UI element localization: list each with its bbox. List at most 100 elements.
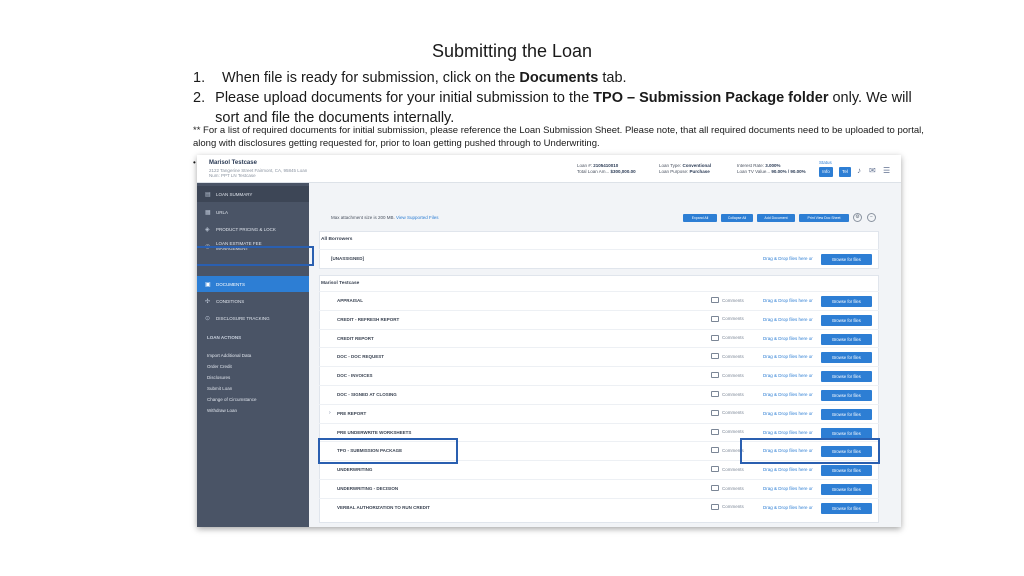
browse-files-button[interactable]: Browse for files <box>821 314 872 326</box>
browse-files-button[interactable]: Browse for files <box>821 427 872 439</box>
field-value: $300,000.00 <box>610 169 636 174</box>
comment-icon <box>711 428 719 435</box>
documents-tab-highlight <box>197 246 314 266</box>
sidebar: ▤ LOAN SUMMARY ▦ URLA ◈ PRODUCT PRICING & L… <box>197 183 309 527</box>
mail-icon[interactable]: ✉ <box>869 166 876 175</box>
browse-button-highlight <box>740 438 880 464</box>
comments-link[interactable]: Comments <box>711 409 744 416</box>
settings-icon[interactable]: ⚙ <box>853 213 862 222</box>
sidebar-item-loan-summary[interactable]: ▤ LOAN SUMMARY <box>197 186 309 202</box>
browse-files-button[interactable]: Browse for files <box>821 484 872 495</box>
print-view-button[interactable]: Print View Doc Sheet <box>799 214 849 222</box>
comments-label: Comments <box>722 485 744 491</box>
sidebar-item-label: DOCUMENTS <box>216 281 245 287</box>
comment-icon <box>711 485 719 491</box>
comments-link[interactable]: Comments <box>711 372 744 379</box>
supported-files-link[interactable]: View Supported Files <box>396 215 438 220</box>
comments-link[interactable]: Comments <box>711 447 744 454</box>
app-screenshot: Marisol Testcase 2122 Tangerine Street F… <box>197 155 901 527</box>
drop-zone[interactable]: Drag & Drop files here or <box>763 298 813 303</box>
sidebar-item-label: LOAN SUMMARY <box>216 191 253 197</box>
loan-header: Marisol Testcase 2122 Tangerine Street F… <box>197 155 901 183</box>
drop-zone[interactable]: Drag & Drop files here or <box>763 256 813 261</box>
comment-icon <box>711 391 719 397</box>
comments-link[interactable]: Comments <box>711 391 744 397</box>
row-label: DOC - INVOICES <box>337 373 373 379</box>
bell-icon[interactable]: ♪ <box>857 166 861 175</box>
drop-zone[interactable]: Drag & Drop files here or <box>763 430 813 435</box>
browse-files-button[interactable]: Browse for files <box>821 502 872 514</box>
comments-link[interactable]: Comments <box>711 485 744 491</box>
drop-zone[interactable]: Drag & Drop files here or <box>763 336 813 341</box>
header-field: Loan #: 2105410010 Total Loan Am... $300,… <box>577 163 636 175</box>
field-value: Purchase <box>689 169 710 174</box>
drop-zone[interactable]: Drag & Drop files here or <box>763 373 813 378</box>
row-label: DOC - DOC REQUEST <box>337 354 385 360</box>
comments-link[interactable]: Comments <box>711 503 744 510</box>
tel-button[interactable]: Tel <box>839 167 851 177</box>
comments-label: Comments <box>722 316 744 322</box>
info-button[interactable]: Info <box>819 167 833 177</box>
action-submit-loan[interactable]: Submit Loan <box>207 386 232 391</box>
browse-files-button[interactable]: Browse for files <box>821 371 872 383</box>
drop-zone[interactable]: Drag & Drop files here or <box>763 505 813 510</box>
max-size-text: Max attachment size is 200 MB. View Supp… <box>331 215 439 220</box>
table-row: DOC - DOC REQUEST Comments Drag & Drop fil… <box>319 347 879 366</box>
sidebar-item-documents[interactable]: ▣ DOCUMENTS <box>197 276 309 292</box>
all-borrowers-heading: All Borrowers <box>321 237 353 242</box>
expand-all-button[interactable]: Expand All <box>683 214 717 222</box>
drop-zone[interactable]: Drag & Drop files here or <box>763 411 813 416</box>
documents-panel: Max attachment size is 200 MB. View Supp… <box>309 183 901 527</box>
browse-files-button[interactable]: Browse for files <box>821 333 872 345</box>
browse-files-button[interactable]: Browse for files <box>821 254 872 265</box>
minimize-icon[interactable]: − <box>867 213 876 222</box>
sidebar-item-urla[interactable]: ▦ URLA <box>197 204 309 220</box>
form-icon: ▦ <box>205 209 211 216</box>
menu-icon[interactable]: ☰ <box>883 166 890 175</box>
drop-zone[interactable]: Drag & Drop files here or <box>763 317 813 322</box>
chevron-right-icon[interactable]: › <box>329 410 331 416</box>
comments-link[interactable]: Comments <box>711 353 744 360</box>
table-row: [UNASSIGNED] Drag & Drop files here or B… <box>319 249 879 268</box>
slide-title: Submitting the Loan <box>431 41 593 61</box>
browse-files-button[interactable]: Browse for files <box>821 465 872 477</box>
bullet: • <box>193 158 196 167</box>
action-import-data[interactable]: Import Additional Data <box>207 353 251 358</box>
action-withdraw-loan[interactable]: Withdraw Loan <box>207 408 237 413</box>
step-text-pre: When file is ready for submission, click… <box>222 70 520 86</box>
field-label: Loan TV Value... <box>737 169 771 174</box>
field-value: 3.000% <box>765 163 781 168</box>
borrower-address: 2122 Tangerine Street Fairmont, CA, 9584… <box>209 168 308 178</box>
row-label: UNDERWRITING <box>337 467 373 473</box>
drop-zone[interactable]: Drag & Drop files here or <box>763 486 813 491</box>
footnote: ** For a list of required documents for … <box>193 125 924 149</box>
table-row: CREDIT - REFRESH REPORT Comments Drag & Dr… <box>319 309 879 329</box>
comments-link[interactable]: Comments <box>711 315 744 322</box>
sidebar-item-label: URLA <box>216 209 229 215</box>
sidebar-item-disclosure-tracking[interactable]: ⊙ DISCLOSURE TRACKING <box>197 310 309 326</box>
browse-files-button[interactable]: Browse for files <box>821 296 872 307</box>
browse-files-button[interactable]: Browse for files <box>821 352 872 364</box>
browse-files-button[interactable]: Browse for files <box>821 408 872 420</box>
comments-link[interactable]: Comments <box>711 334 744 341</box>
comments-link[interactable]: Comments <box>711 297 744 303</box>
comments-label: Comments <box>722 372 744 378</box>
browse-files-button[interactable]: Browse for files <box>821 390 872 401</box>
comments-label: Comments <box>722 335 744 341</box>
comments-link[interactable]: Comments <box>711 428 744 435</box>
add-document-button[interactable]: Add Document <box>757 214 795 222</box>
drop-zone[interactable]: Drag & Drop files here or <box>763 467 813 472</box>
max-size-label: Max attachment size is 200 MB. <box>331 215 395 220</box>
action-disclosures[interactable]: Disclosures <box>207 375 230 380</box>
collapse-all-button[interactable]: Collapse All <box>721 214 753 222</box>
documents-toolbar: Max attachment size is 200 MB. View Supp… <box>319 211 879 225</box>
drop-zone[interactable]: Drag & Drop files here or <box>763 392 813 397</box>
sidebar-item-conditions[interactable]: ✣ CONDITIONS <box>197 293 309 309</box>
field-value: Conventional <box>682 163 711 168</box>
step-2: 2. Please upload documents for your init… <box>193 88 933 128</box>
drop-zone[interactable]: Drag & Drop files here or <box>763 354 813 359</box>
action-change-circumstance[interactable]: Change of Circumstance <box>207 397 257 402</box>
sidebar-item-product-pricing[interactable]: ◈ PRODUCT PRICING & LOCK <box>197 221 309 237</box>
action-order-credit[interactable]: Order Credit <box>207 364 232 369</box>
comments-link[interactable]: Comments <box>711 466 744 473</box>
